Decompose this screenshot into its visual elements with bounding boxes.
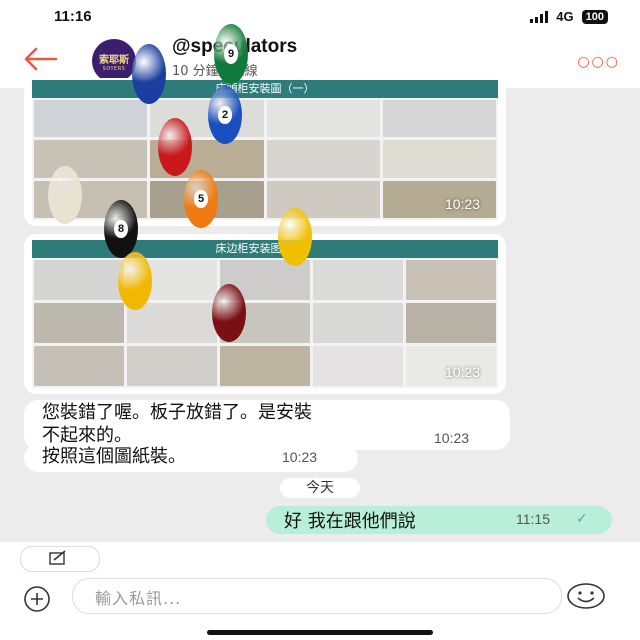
edit-button[interactable] <box>20 546 100 572</box>
image-grid-2 <box>34 260 496 386</box>
billiard-ball-icon: 2 <box>208 86 242 144</box>
plus-icon[interactable] <box>22 584 52 614</box>
signal-icon <box>530 10 549 23</box>
avatar[interactable]: 索耶斯 SOYERS <box>92 39 136 83</box>
back-arrow-icon[interactable] <box>20 44 60 74</box>
my-message-text: 好 我在跟他們說 <box>284 511 416 532</box>
billiard-ball-icon <box>118 252 152 310</box>
billiard-ball-icon <box>132 44 166 104</box>
avatar-sub: SOYERS <box>102 65 126 72</box>
image-message-2[interactable]: 床边柜安装图（二） 10:23 <box>24 234 506 394</box>
message-text-2: 按照這個圖紙裝。 <box>42 446 186 467</box>
billiard-ball-icon <box>48 166 82 224</box>
image-time-1: 10:23 <box>444 196 480 212</box>
message-line-1: 您裝錯了喔。板子放錯了。是安裝 <box>42 402 312 423</box>
message-input-placeholder: 輸入私訊... <box>95 589 182 608</box>
status-indicators: 4G 100 <box>530 9 608 24</box>
image-time-2: 10:23 <box>444 364 480 380</box>
date-separator: 今天 <box>280 478 360 498</box>
avatar-name: 索耶斯 <box>99 54 129 66</box>
check-icon: ✓ <box>576 511 588 527</box>
battery-icon: 100 <box>581 9 608 24</box>
message-time-2: 10:23 <box>282 449 318 465</box>
status-bar: 11:16 4G 100 <box>0 0 640 34</box>
image-banner-2: 床边柜安装图（二） <box>32 240 498 258</box>
message-bubble-1[interactable]: 您裝錯了喔。板子放錯了。是安裝 不起來的。 10:23 <box>24 400 510 450</box>
image-grid-1 <box>34 100 496 218</box>
composer-area: 輸入私訊... <box>0 542 640 640</box>
network-label: 4G <box>556 9 574 24</box>
message-input[interactable]: 輸入私訊... <box>72 578 562 614</box>
image-message-1[interactable]: 床頭柜安裝圖（一） 10:23 <box>24 78 506 226</box>
chat-area[interactable]: 床頭柜安裝圖（一） 10:23 床边柜安装图（二） 10:23 您裝錯了喔。板子… <box>0 78 640 542</box>
billiard-ball-icon: 8 <box>104 200 138 258</box>
emoji-icon[interactable] <box>566 582 606 610</box>
my-message-bubble[interactable]: 好 我在跟他們說 11:15 ✓ <box>266 506 612 534</box>
billiard-ball-icon: 9 <box>214 24 248 84</box>
status-time: 11:16 <box>54 8 92 25</box>
billiard-ball-icon <box>158 118 192 176</box>
message-bubble-2[interactable]: 按照這個圖紙裝。 10:23 <box>24 444 358 472</box>
my-message-time: 11:15 <box>516 511 550 527</box>
edit-icon <box>49 550 66 565</box>
image-banner-1: 床頭柜安裝圖（一） <box>32 80 498 98</box>
billiard-ball-icon <box>212 284 246 342</box>
billiard-ball-icon <box>278 208 312 266</box>
home-indicator <box>207 630 433 635</box>
more-options-icon[interactable]: ○○○ <box>577 54 620 70</box>
message-time-1: 10:23 <box>434 430 470 446</box>
billiard-ball-icon: 5 <box>184 170 218 228</box>
